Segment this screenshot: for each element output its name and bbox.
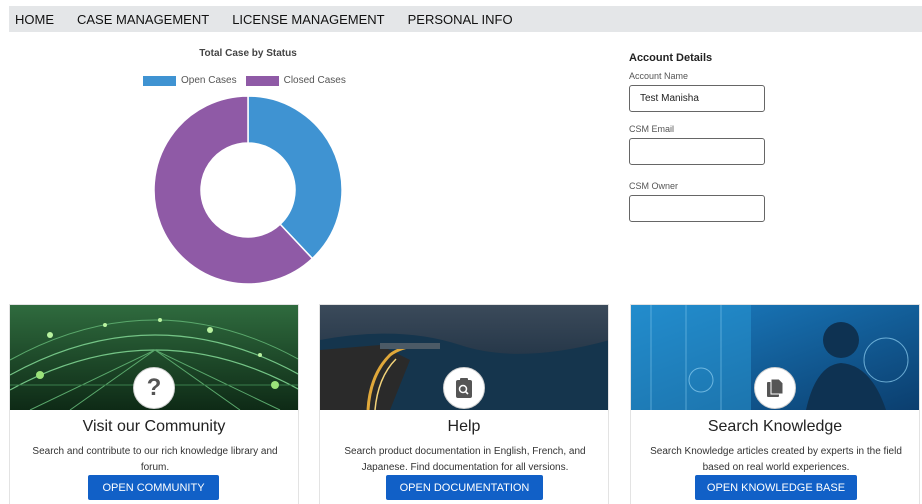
knowledge-description: Search Knowledge articles created by exp… [650,446,902,473]
chart-title: Total Case by Status [199,48,297,59]
legend-swatch-open [143,75,176,86]
knowledge-title: Search Knowledge [707,418,843,435]
open-community-button[interactable]: OPEN COMMUNITY [88,475,219,500]
question-icon: ? [133,367,175,409]
help-title: Help [447,418,481,435]
csm-owner-field[interactable] [629,195,765,222]
nav-personal-info[interactable]: PERSONAL INFO [408,12,513,27]
account-name-label: Account Name [629,71,689,81]
csm-email-label: CSM Email [629,124,675,134]
nav-home[interactable]: HOME [15,12,54,27]
community-title: Visit our Community [82,418,226,435]
legend-item-closed[interactable]: Closed Cases [245,75,346,86]
legend-item-open[interactable]: Open Cases [143,75,237,86]
community-card: ? Visit our Community Search and contrib… [9,304,299,504]
legend-label-open: Open Cases [181,75,237,86]
legend-swatch-closed [245,75,279,86]
community-description: Search and contribute to our rich knowle… [32,446,278,473]
nav-license-management[interactable]: LICENSE MANAGEMENT [232,12,384,27]
open-knowledge-base-button[interactable]: OPEN KNOWLEDGE BASE [695,475,857,500]
knowledge-card: Search Knowledge Search Knowledge articl… [630,304,920,504]
legend-label-closed: Closed Cases [283,75,346,86]
document-icon [754,367,796,409]
nav-case-management[interactable]: CASE MANAGEMENT [77,12,209,27]
clipboard-search-icon [443,367,485,409]
top-nav: HOME CASE MANAGEMENT LICENSE MANAGEMENT … [9,6,922,32]
csm-owner-label: CSM Owner [629,181,679,191]
account-name-field[interactable] [629,85,765,112]
help-description: Search product documentation in English,… [344,446,586,473]
donut-chart [153,95,343,285]
help-card: Help Search product documentation in Eng… [319,304,609,504]
csm-email-field[interactable] [629,138,765,165]
open-documentation-button[interactable]: OPEN DOCUMENTATION [386,475,543,500]
account-details-title: Account Details [629,52,713,64]
chart-legend: Open Cases Closed Cases [143,75,355,86]
